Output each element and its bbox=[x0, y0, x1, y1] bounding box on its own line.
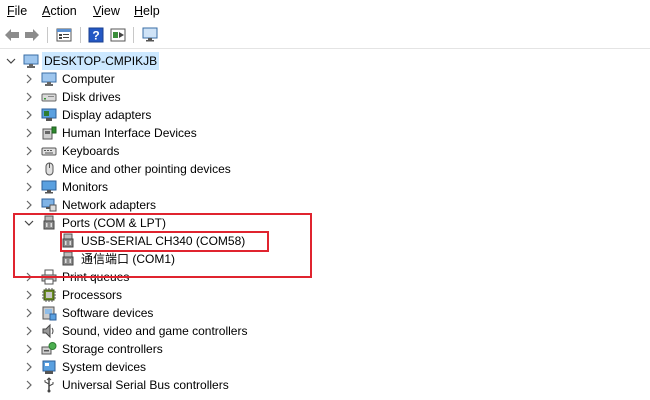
tree-item-label: Human Interface Devices bbox=[62, 126, 197, 140]
toolbar-separator bbox=[80, 27, 81, 43]
hid-icon bbox=[42, 126, 57, 140]
toolbar: ? bbox=[0, 22, 650, 49]
forward-icon bbox=[25, 29, 39, 41]
monitor-icon bbox=[142, 27, 158, 42]
computer-icon bbox=[41, 72, 57, 86]
menu-view-label: iew bbox=[101, 4, 120, 18]
chevron-right-icon[interactable] bbox=[24, 344, 34, 354]
menu-file-label: ile bbox=[14, 4, 28, 18]
properties-button[interactable] bbox=[54, 25, 74, 45]
help-button[interactable]: ? bbox=[86, 25, 106, 45]
back-button[interactable] bbox=[2, 25, 22, 45]
tree-item[interactable]: Network adapters bbox=[0, 196, 650, 214]
tree-item-label: Monitors bbox=[62, 180, 109, 194]
properties-icon bbox=[56, 28, 72, 42]
chevron-right-icon[interactable] bbox=[24, 326, 34, 336]
tree-item-label: Computer bbox=[62, 72, 115, 86]
tree-item[interactable]: Storage controllers bbox=[0, 340, 650, 358]
computer-icon bbox=[23, 54, 39, 68]
menu-help-accel: H bbox=[134, 4, 144, 18]
tree-item[interactable]: Disk drives bbox=[0, 88, 650, 106]
chevron-right-icon[interactable] bbox=[24, 362, 34, 372]
chevron-right-icon[interactable] bbox=[24, 110, 34, 120]
run-button[interactable] bbox=[108, 25, 128, 45]
menu-file-accel: F bbox=[7, 4, 15, 18]
menu-help-label: elp bbox=[143, 4, 160, 18]
tree-item-label: Processors bbox=[62, 288, 123, 302]
highlight-box-ch340 bbox=[60, 231, 269, 252]
processor-icon bbox=[42, 288, 56, 302]
forward-button[interactable] bbox=[22, 25, 42, 45]
network-adapter-icon bbox=[41, 198, 57, 212]
software-device-icon bbox=[42, 306, 57, 321]
svg-text:?: ? bbox=[92, 29, 99, 43]
tree-item-label: Disk drives bbox=[62, 90, 121, 104]
tree-item-label: Sound, video and game controllers bbox=[62, 324, 248, 338]
disk-drive-icon bbox=[41, 93, 57, 102]
tree-item[interactable]: Mice and other pointing devices bbox=[0, 160, 650, 178]
display-adapter-icon bbox=[41, 108, 57, 121]
mouse-icon bbox=[45, 162, 54, 176]
chevron-right-icon[interactable] bbox=[24, 74, 34, 84]
tree-item-label: System devices bbox=[62, 360, 147, 374]
tree-item-label: Software devices bbox=[62, 306, 154, 320]
tree-item[interactable]: Human Interface Devices bbox=[0, 124, 650, 142]
tree-root-label[interactable]: DESKTOP-CMPIKJB bbox=[42, 52, 160, 70]
chevron-right-icon[interactable] bbox=[24, 92, 34, 102]
monitor-icon bbox=[41, 180, 57, 194]
chevron-right-icon[interactable] bbox=[24, 146, 34, 156]
system-device-icon bbox=[42, 360, 56, 374]
chevron-right-icon[interactable] bbox=[24, 182, 34, 192]
tree-item[interactable]: Monitors bbox=[0, 178, 650, 196]
tree-item[interactable]: Universal Serial Bus controllers bbox=[0, 376, 650, 394]
tree-item-label: Universal Serial Bus controllers bbox=[62, 378, 229, 392]
chevron-right-icon[interactable] bbox=[24, 128, 34, 138]
tree-item-label: Storage controllers bbox=[62, 342, 163, 356]
menu-help[interactable]: Help bbox=[134, 4, 160, 18]
chevron-right-icon[interactable] bbox=[24, 380, 34, 390]
tree-item[interactable]: System devices bbox=[0, 358, 650, 376]
back-icon bbox=[5, 29, 19, 41]
chevron-right-icon[interactable] bbox=[24, 308, 34, 318]
menu-file[interactable]: File bbox=[7, 4, 27, 18]
keyboard-icon bbox=[41, 147, 57, 156]
menu-action-label: ction bbox=[50, 4, 77, 18]
chevron-right-icon[interactable] bbox=[24, 164, 34, 174]
scan-hardware-button[interactable] bbox=[140, 25, 160, 45]
tree-item-label: Display adapters bbox=[62, 108, 152, 122]
tree-item[interactable]: Software devices bbox=[0, 304, 650, 322]
run-icon bbox=[110, 28, 126, 42]
tree-item[interactable]: Computer bbox=[0, 70, 650, 88]
tree-item[interactable]: Keyboards bbox=[0, 142, 650, 160]
help-icon: ? bbox=[88, 27, 104, 43]
tree-item[interactable]: Sound, video and game controllers bbox=[0, 322, 650, 340]
menu-action[interactable]: Action bbox=[42, 4, 77, 18]
chevron-right-icon[interactable] bbox=[24, 200, 34, 210]
chevron-down-icon[interactable] bbox=[6, 56, 16, 66]
toolbar-separator bbox=[133, 27, 134, 43]
tree-item-label: Mice and other pointing devices bbox=[62, 162, 231, 176]
menu-view[interactable]: View bbox=[93, 4, 120, 18]
toolbar-separator bbox=[47, 27, 48, 43]
tree-item-label: Keyboards bbox=[62, 144, 120, 158]
storage-controller-icon bbox=[41, 342, 57, 355]
usb-icon bbox=[44, 377, 54, 393]
menu-bar: File Action View Help bbox=[0, 0, 650, 22]
chevron-right-icon[interactable] bbox=[24, 290, 34, 300]
tree-item-label: Network adapters bbox=[62, 198, 157, 212]
tree-item[interactable]: Processors bbox=[0, 286, 650, 304]
speaker-icon bbox=[42, 323, 54, 339]
tree-item[interactable]: Display adapters bbox=[0, 106, 650, 124]
menu-view-accel: V bbox=[93, 4, 102, 18]
